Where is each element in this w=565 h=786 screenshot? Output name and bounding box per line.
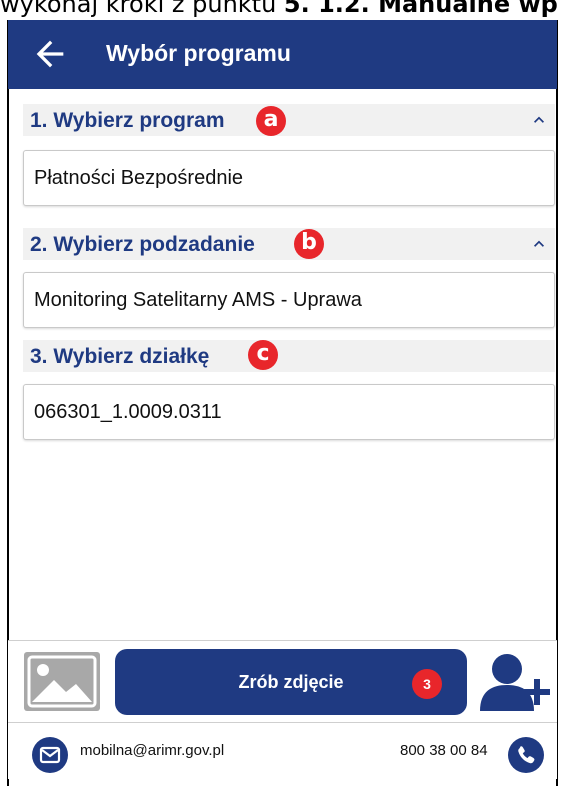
photo-count-badge: 3: [412, 669, 442, 699]
annotation-badge-a: a: [256, 106, 286, 136]
section-header-subtask[interactable]: 2. Wybierz podzadanie: [23, 228, 555, 260]
footer-email[interactable]: mobilna@arimr.gov.pl: [80, 723, 224, 779]
parcel-select[interactable]: 066301_1.0009.0311: [23, 384, 555, 440]
section-label-program: 1. Wybierz program: [30, 109, 225, 132]
section-header-program[interactable]: 1. Wybierz program: [23, 104, 555, 136]
app-bar: Wybór programu: [8, 20, 557, 89]
annotation-badge-c: c: [248, 340, 278, 370]
footer-phone[interactable]: 800 38 00 84: [400, 723, 488, 779]
caption-bold-text: 5. 1.2. Manualne wp: [283, 0, 558, 18]
arrow-left-icon[interactable]: [30, 34, 70, 74]
take-photo-button[interactable]: Zrób zdjęcie 3: [115, 649, 467, 715]
section-label-subtask: 2. Wybierz podzadanie: [30, 233, 255, 256]
user-add-icon[interactable]: [478, 651, 552, 713]
bottom-action-bar: Zrób zdjęcie 3: [8, 641, 557, 722]
instruction-caption: wykonaj kroki z punktu 5. 1.2. Manualne …: [0, 0, 565, 20]
footer: mobilna@arimr.gov.pl 800 38 00 84: [8, 723, 557, 779]
program-select-value: Płatności Bezpośrednie: [34, 167, 244, 189]
section-header-parcel: 3. Wybierz działkę: [23, 340, 555, 372]
program-select[interactable]: Płatności Bezpośrednie: [23, 150, 555, 206]
subtask-select[interactable]: Monitoring Satelitarny AMS - Uprawa: [23, 272, 555, 328]
mail-icon[interactable]: [32, 737, 68, 773]
page-title: Wybór programu: [106, 40, 291, 66]
section-label-parcel: 3. Wybierz działkę: [30, 345, 210, 368]
image-icon[interactable]: [24, 652, 100, 711]
chevron-up-icon[interactable]: [529, 110, 549, 130]
chevron-up-icon[interactable]: [529, 234, 549, 254]
caption-text: wykonaj kroki z punktu: [0, 0, 284, 18]
phone-icon[interactable]: [508, 737, 544, 773]
subtask-select-value: Monitoring Satelitarny AMS - Uprawa: [34, 289, 362, 311]
parcel-select-value: 066301_1.0009.0311: [34, 401, 222, 423]
annotation-badge-b: b: [294, 229, 324, 259]
